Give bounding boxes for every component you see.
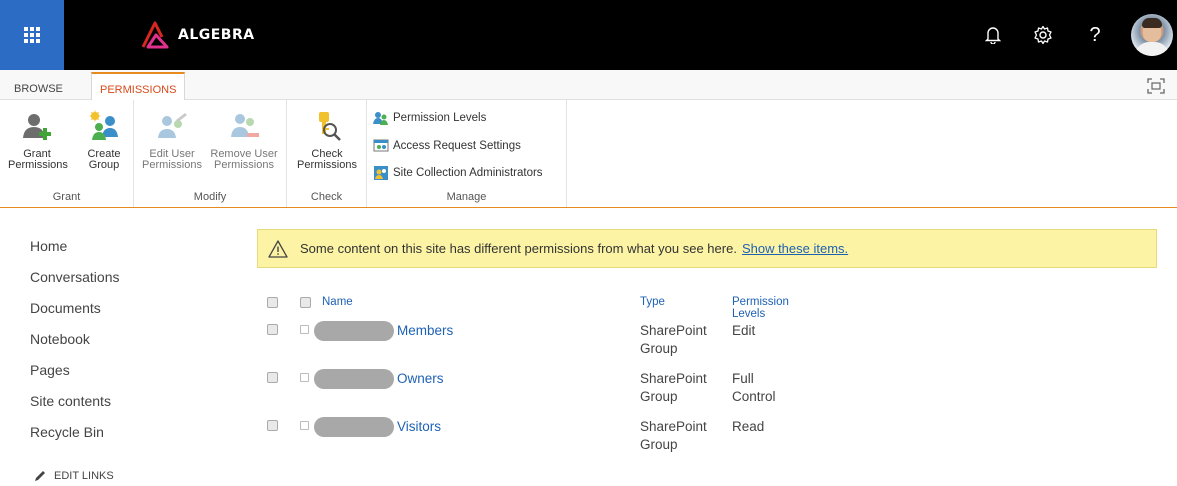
header-item-checkbox[interactable] [300,297,311,308]
app-launcher-button[interactable] [0,0,64,70]
grant-permissions-button[interactable]: Grant Permissions [8,110,68,171]
permissions-warning-banner: Some content on this site has different … [257,229,1157,268]
edit-user-permissions-icon [158,113,187,138]
row-select-checkbox[interactable] [267,420,278,431]
row-item-checkbox[interactable] [300,421,309,430]
column-header-type[interactable]: Type [640,296,665,308]
nav-item-conversations[interactable]: Conversations [30,269,190,300]
access-request-icon [373,139,389,152]
ribbon-group-check: Check Permissions Check [287,100,367,207]
group-name-link[interactable]: Members [397,323,453,338]
waffle-icon [24,27,40,43]
nav-item-recycle-bin[interactable]: Recycle Bin [30,424,190,455]
show-these-items-link[interactable]: Show these items. [742,241,848,256]
nav-item-site-contents[interactable]: Site contents [30,393,190,424]
create-group-icon [89,110,118,140]
edit-links-button[interactable]: EDIT LINKS [34,470,114,482]
remove-user-permissions-icon [231,114,259,137]
redacted-group-prefix [314,417,394,437]
group-type: SharePoint Group [640,419,707,452]
nav-item-home[interactable]: Home [30,238,190,269]
brand-logo[interactable]: ALGEBRA [140,20,255,50]
avatar[interactable] [1131,14,1173,56]
settings-button[interactable] [1028,20,1058,50]
ribbon: Grant Permissions Create Group Grant Edi… [0,100,1177,208]
check-permissions-icon [319,112,341,141]
warning-icon [268,239,288,258]
column-header-permission-levels[interactable]: Permission Levels [732,296,789,320]
permission-level: Edit [732,323,756,338]
group-name-link[interactable]: Owners [397,371,444,386]
ribbon-tab-bar: BROWSE PERMISSIONS [0,70,1177,101]
column-header-name[interactable]: Name [322,296,353,308]
check-permissions-button[interactable]: Check Permissions [293,110,361,171]
pencil-icon [35,471,45,481]
gear-icon [1034,25,1052,45]
tab-permissions[interactable]: PERMISSIONS [91,72,186,101]
group-label-modify: Modify [193,191,227,203]
nav-item-pages[interactable]: Pages [30,362,190,393]
quick-launch-nav: Home Conversations Documents Notebook Pa… [30,238,190,455]
remove-user-permissions-button[interactable]: Remove User Permissions [208,110,280,171]
row-select-checkbox[interactable] [267,372,278,383]
row-item-checkbox[interactable] [300,373,309,382]
edit-links-label: EDIT LINKS [54,470,114,482]
nav-item-notebook[interactable]: Notebook [30,331,190,362]
redacted-group-prefix [314,321,394,341]
create-group-button[interactable]: Create Group [80,110,128,171]
group-type: SharePoint Group [640,323,707,356]
notifications-button[interactable] [978,20,1008,50]
algebra-logo-icon [141,21,169,49]
site-collection-administrators-button[interactable]: Site Collection Administrators [373,163,543,183]
site-admins-icon [374,166,388,180]
group-name-link[interactable]: Visitors [397,419,441,434]
nav-item-documents[interactable]: Documents [30,300,190,331]
group-type: SharePoint Group [640,371,707,404]
permission-levels-icon [373,112,388,125]
redacted-group-prefix [314,369,394,389]
permission-level: Read [732,419,765,434]
help-button[interactable]: ? [1080,20,1110,50]
group-label-manage: Manage [446,191,487,203]
grant-permissions-icon [23,114,51,140]
access-request-settings-button[interactable]: Access Request Settings [373,136,521,156]
help-icon: ? [1089,23,1101,46]
group-label-check: Check [310,191,343,203]
ribbon-group-modify: Edit User Permissions Remove User Permis… [134,100,287,207]
group-label-grant: Grant [52,191,81,203]
select-all-checkbox[interactable] [267,297,278,308]
suite-bar: ALGEBRA ? [0,0,1177,70]
ribbon-group-grant: Grant Permissions Create Group Grant [0,100,134,207]
ribbon-group-manage: Permission Levels Access Request Setting… [367,100,567,207]
bell-icon [985,27,1001,44]
tab-browse[interactable]: BROWSE [6,78,71,100]
permission-levels-button[interactable]: Permission Levels [373,108,486,128]
edit-user-permissions-button[interactable]: Edit User Permissions [140,110,204,171]
row-item-checkbox[interactable] [300,325,309,334]
banner-message: Some content on this site has different … [300,241,737,256]
brand-name: ALGEBRA [178,27,255,43]
permission-level: Full Control [732,371,776,404]
row-select-checkbox[interactable] [267,324,278,335]
focus-on-content-icon[interactable] [1147,78,1165,94]
